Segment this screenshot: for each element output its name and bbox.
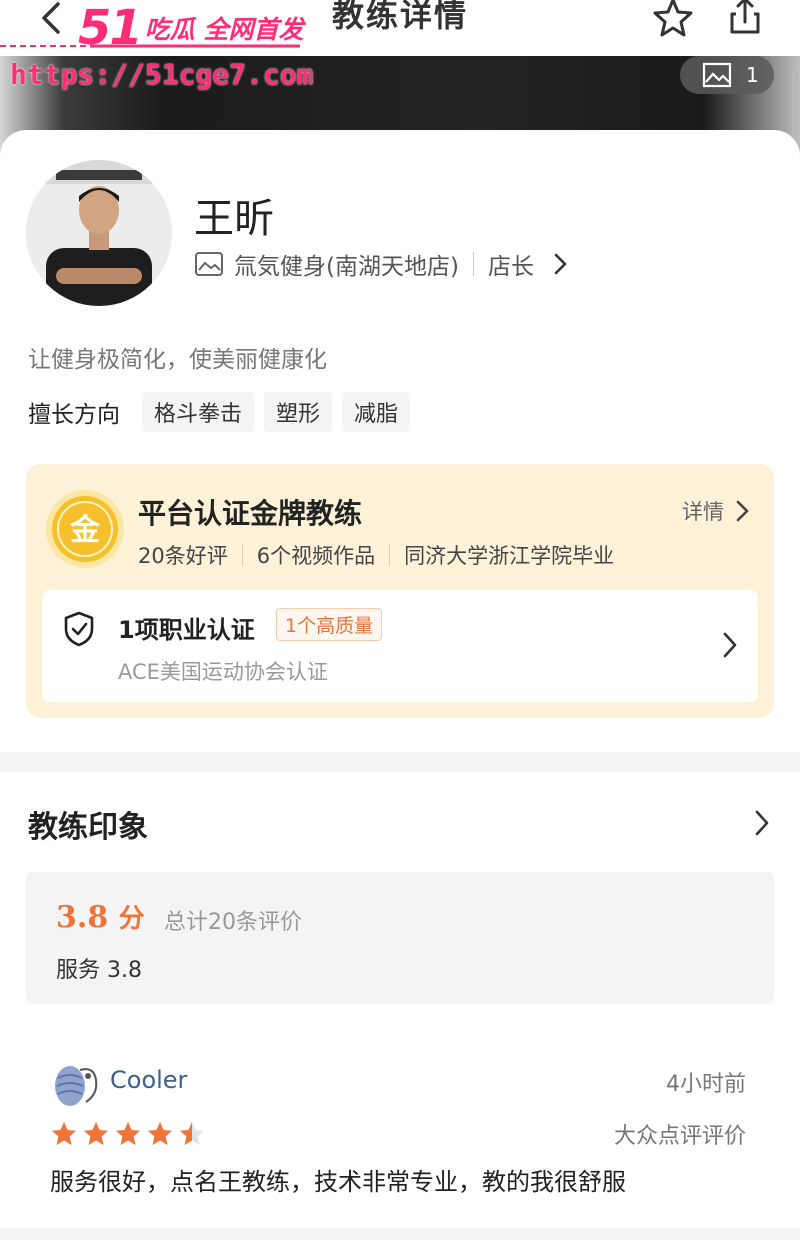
skills-row: 擅长方向 格斗拳击 塑形 减脂 [28, 392, 420, 432]
rating-summary[interactable]: 3.8 分 总计20条评价 服务 3.8 [26, 872, 774, 1004]
reviewer-avatar[interactable] [50, 1058, 102, 1110]
certification-title: 平台认证金牌教练 [138, 497, 363, 530]
high-quality-badge: 1个高质量 [276, 608, 383, 641]
video-works-count: 6个视频作品 [256, 544, 376, 568]
coach-photo [26, 160, 172, 306]
star-icon [84, 1122, 108, 1145]
certification-panel: 金 平台认证金牌教练 详情 20条好评 6个视频作品 同济大学浙江学院毕业 1项… [26, 464, 774, 718]
store-name: 氚気健身(南湖天地店) [234, 254, 459, 280]
detail-label: 详情 [682, 500, 724, 524]
store-image-icon [195, 252, 223, 276]
meta-divider [241, 544, 243, 566]
star-icon [116, 1122, 140, 1145]
rating-value: 3.8 [56, 900, 109, 935]
share-icon[interactable] [722, 0, 768, 38]
certification-detail-link[interactable]: 详情 [682, 496, 752, 526]
image-icon [702, 62, 732, 88]
coach-avatar[interactable] [26, 160, 172, 306]
good-reviews-count: 20条好评 [138, 544, 228, 568]
photo-count: 1 [746, 63, 759, 87]
education: 同济大学浙江学院毕业 [404, 544, 615, 568]
certification-meta: 20条好评 6个视频作品 同济大学浙江学院毕业 [138, 540, 614, 570]
qualification-title: 1项职业认证 [118, 616, 255, 644]
watermark-underline [0, 44, 300, 48]
reviewer-name[interactable]: Cooler [110, 1066, 187, 1094]
watermark-url: https://51cge7.com [10, 58, 314, 91]
star-icon [180, 1122, 204, 1145]
store-link[interactable]: 氚気健身(南湖天地店) 店长 [194, 248, 584, 280]
chevron-right-icon[interactable] [750, 808, 774, 838]
watermark-text: 吃瓜 全网首发 [144, 15, 304, 44]
meta-divider [389, 544, 391, 566]
gold-medal-icon: 金 [46, 490, 124, 568]
star-icon [148, 1122, 172, 1145]
rating-score: 3.8 分 [56, 898, 145, 935]
skill-tag: 减脂 [342, 392, 411, 432]
star-icon [52, 1122, 76, 1145]
store-divider [472, 252, 474, 276]
bottom-separator [0, 1228, 800, 1240]
coach-profile-card: 王昕 氚気健身(南湖天地店) 店长 让健身极简化，使美丽健康化 擅长方向 格斗拳… [0, 130, 800, 752]
qualification-card[interactable]: 1项职业认证 1个高质量 ACE美国运动协会认证 [42, 590, 758, 702]
shield-check-icon [64, 611, 94, 647]
review-stars [50, 1120, 206, 1148]
coach-name: 王昕 [194, 196, 274, 242]
coach-slogan: 让健身极简化，使美丽健康化 [28, 347, 327, 373]
section-separator [0, 752, 800, 772]
service-score: 服务 3.8 [56, 958, 142, 983]
medal-char: 金 [69, 513, 101, 548]
review-total: 总计20条评价 [164, 910, 302, 935]
chevron-right-icon [723, 632, 737, 658]
review-source: 大众点评评价 [613, 1124, 746, 1149]
qualification-subtitle: ACE美国运动协会认证 [118, 660, 328, 684]
photo-count-badge[interactable]: 1 [680, 56, 774, 94]
impression-title: 教练印象 [28, 810, 148, 845]
review-time: 4小时前 [666, 1072, 746, 1097]
review-text: 服务很好，点名王教练，技术非常专业，教的我很舒服 [50, 1168, 626, 1196]
coach-role: 店长 [487, 254, 534, 280]
star-icon[interactable] [650, 0, 696, 40]
chevron-right-icon [736, 500, 749, 522]
chevron-right-icon [554, 253, 567, 275]
skill-tag: 塑形 [264, 392, 333, 432]
rating-unit: 分 [118, 904, 145, 934]
skill-tag: 格斗拳击 [142, 392, 255, 432]
skills-label: 擅长方向 [28, 402, 120, 428]
